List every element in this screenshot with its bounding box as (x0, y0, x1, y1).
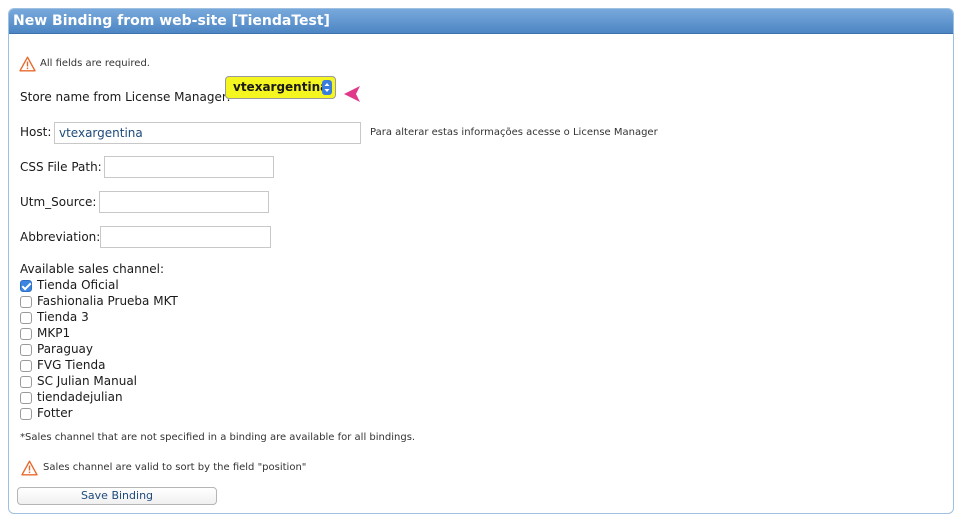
channel-checkbox[interactable] (20, 344, 32, 356)
channel-label: Paraguay (37, 342, 94, 356)
sort-warning: Sales channel are valid to sort by the f… (43, 462, 307, 473)
abbreviation-field[interactable] (100, 226, 271, 248)
channel-checkbox[interactable] (20, 360, 32, 372)
channel-label: Fashionalia Prueba MKT (37, 294, 178, 308)
required-notice: All fields are required. (40, 58, 150, 69)
host-label: Host: (20, 125, 52, 139)
channel-checkbox[interactable] (20, 280, 32, 292)
channel-checkbox[interactable] (20, 312, 32, 324)
channel-label: SC Julian Manual (37, 374, 138, 388)
select-updown-icon (322, 80, 332, 95)
channel-checkbox[interactable] (20, 392, 32, 404)
warning-icon (21, 460, 38, 476)
css-path-field[interactable] (104, 156, 274, 178)
channels-note: *Sales channel that are not specified in… (20, 432, 416, 443)
channel-checkbox[interactable] (20, 328, 32, 340)
utm-source-field[interactable] (99, 191, 269, 213)
channels-heading: Available sales channel: (20, 262, 165, 276)
channel-label: tiendadejulian (37, 390, 123, 404)
store-select-value: vtexargentina (233, 80, 329, 94)
save-binding-button[interactable]: Save Binding (17, 487, 217, 505)
pointer-arrow-icon (344, 86, 360, 102)
store-select[interactable]: vtexargentina (225, 76, 336, 99)
channel-checkbox[interactable] (20, 296, 32, 308)
utm-source-label: Utm_Source: (20, 195, 97, 209)
store-label: Store name from License Manager: (20, 90, 231, 104)
abbreviation-label: Abbreviation: (20, 230, 101, 244)
channel-checkbox[interactable] (20, 408, 32, 420)
channel-checkbox[interactable] (20, 376, 32, 388)
channel-label: Fotter (37, 406, 73, 420)
host-field[interactable] (54, 122, 361, 144)
channel-label: FVG Tienda (37, 358, 106, 372)
channel-label: Tienda Oficial (37, 278, 119, 292)
channel-label: Tienda 3 (37, 310, 89, 324)
channel-label: MKP1 (37, 326, 71, 340)
css-path-label: CSS File Path: (20, 160, 102, 174)
warning-icon (19, 56, 36, 72)
window-title: New Binding from web-site [TiendaTest] (9, 9, 953, 34)
host-note: Para alterar estas informações acesse o … (370, 127, 658, 138)
